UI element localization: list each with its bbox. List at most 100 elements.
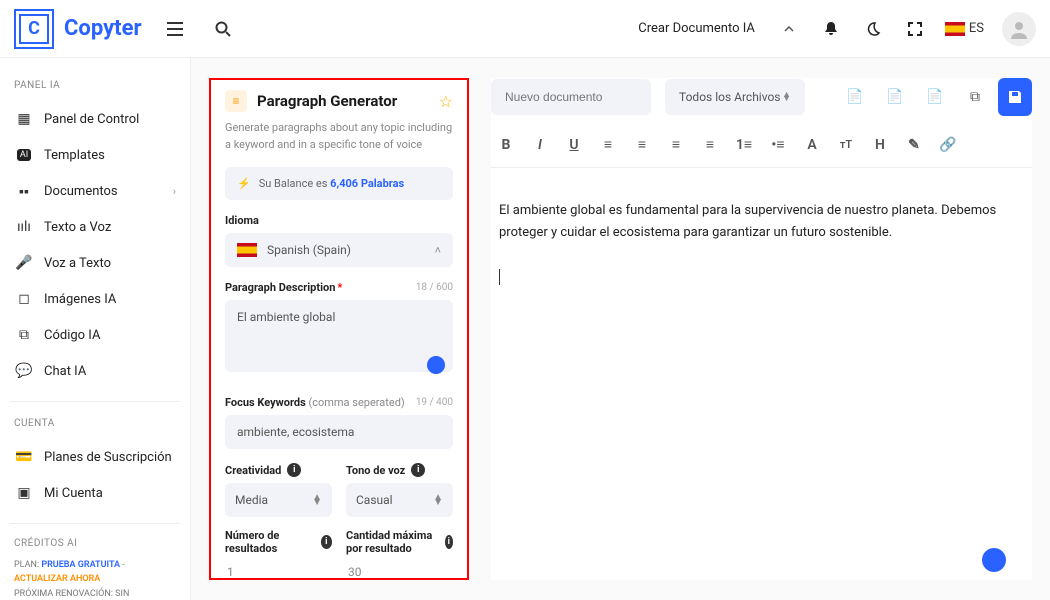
documents-icon: ▪▪ <box>14 181 34 201</box>
unordered-list-icon[interactable]: •≡ <box>769 136 787 153</box>
heading-icon[interactable]: H <box>871 137 889 153</box>
export-word-icon[interactable]: 📄 <box>838 78 872 116</box>
info-icon[interactable]: i <box>411 463 425 477</box>
code-icon: ⧉ <box>14 325 34 345</box>
stt-icon: 🎤 <box>14 253 34 273</box>
underline-icon[interactable]: U <box>565 137 583 153</box>
renewal-line: PRÓXIMA RENOVACIÓN: SIN RENOVACIÓN <box>14 587 176 600</box>
app-header: C Copyter Crear Documento IA ES <box>0 0 1050 58</box>
export-txt-icon[interactable]: 📄 <box>918 78 952 116</box>
align-justify-icon[interactable]: ≡ <box>701 136 719 153</box>
sidebar-item-texto-a-voz[interactable]: ıılı Texto a Voz <box>0 209 190 245</box>
menu-toggle-icon[interactable] <box>160 14 190 44</box>
sidebar-section-cuenta: CUENTA <box>0 414 190 439</box>
align-center-icon[interactable]: ≡ <box>633 136 651 153</box>
language-select[interactable]: Spanish (Spain) ˄ <box>225 233 453 267</box>
ordered-list-icon[interactable]: 1≡ <box>735 136 753 153</box>
grammar-floating-icon[interactable] <box>982 548 1006 572</box>
files-select[interactable]: Todos los Archivos ▲▼ <box>665 79 805 115</box>
chevron-right-icon: › <box>173 185 176 198</box>
account-icon: ▣ <box>14 483 34 503</box>
chat-icon: 💬 <box>14 361 34 381</box>
upgrade-link[interactable]: ACTUALIZAR AHORA <box>14 574 100 584</box>
plans-icon: 💳 <box>14 447 34 467</box>
sidebar-item-label: Voz a Texto <box>44 256 111 271</box>
generator-panel: ≡ Paragraph Generator ☆ Generate paragra… <box>209 78 469 580</box>
document-name-input[interactable] <box>491 79 651 115</box>
tts-icon: ıılı <box>14 217 34 237</box>
sidebar-item-label: Chat IA <box>44 364 86 379</box>
tone-select[interactable]: Casual ▲▼ <box>346 483 453 517</box>
chevron-up-icon[interactable] <box>773 13 805 45</box>
editor-body[interactable]: El ambiente global es fundamental para l… <box>491 168 1032 320</box>
sidebar-item-planes[interactable]: 💳 Planes de Suscripción <box>0 439 190 475</box>
images-icon: ◻ <box>14 289 34 309</box>
favorite-star-icon[interactable]: ☆ <box>439 92 453 111</box>
chevron-up-icon: ˄ <box>435 244 441 257</box>
sidebar-item-mi-cuenta[interactable]: ▣ Mi Cuenta <box>0 475 190 511</box>
results-value[interactable]: 1 <box>225 561 332 583</box>
sidebar-divider <box>10 401 180 402</box>
logo-box: C <box>14 9 54 49</box>
sidebar-item-documentos[interactable]: ▪▪ Documentos › <box>0 173 190 209</box>
text-size-icon[interactable]: тT <box>837 138 855 151</box>
flag-spain-icon <box>237 243 257 257</box>
bold-icon[interactable]: B <box>497 137 515 153</box>
search-icon[interactable] <box>208 14 238 44</box>
link-icon[interactable]: 🔗 <box>939 137 957 153</box>
editor-area: Todos los Archivos ▲▼ 📄 📄 📄 ⧉ B I U ≡ <box>491 78 1032 580</box>
sidebar-item-label: Planes de Suscripción <box>44 450 172 465</box>
sidebar-item-label: Mi Cuenta <box>44 486 103 501</box>
sidebar-item-label: Texto a Voz <box>44 220 111 235</box>
sidebar-item-label: Imágenes IA <box>44 292 116 307</box>
copy-icon[interactable]: ⧉ <box>958 78 992 116</box>
sidebar-item-templates[interactable]: AI Templates <box>0 137 190 173</box>
user-avatar[interactable] <box>1002 12 1036 46</box>
description-textarea[interactable] <box>225 300 453 372</box>
balance-pill: ⚡ Su Balance es 6,406 Palabras <box>225 167 453 200</box>
sidebar-item-label: Código IA <box>44 328 100 343</box>
sort-icon: ▲▼ <box>782 93 791 102</box>
sidebar-item-codigo-ia[interactable]: ⧉ Código IA <box>0 317 190 353</box>
font-icon[interactable]: A <box>803 137 821 153</box>
sidebar-item-voz-a-texto[interactable]: 🎤 Voz a Texto <box>0 245 190 281</box>
dark-mode-icon[interactable] <box>857 13 889 45</box>
plan-name[interactable]: PRUEBA GRATUITA <box>41 560 120 570</box>
bolt-icon: ⚡ <box>237 177 251 190</box>
info-icon[interactable]: i <box>321 535 332 549</box>
sidebar-item-imagenes-ia[interactable]: ◻ Imágenes IA <box>0 281 190 317</box>
highlight-icon[interactable]: ✎ <box>905 137 923 153</box>
lang-label: Idioma <box>225 214 453 227</box>
dashboard-icon: ▦ <box>14 109 34 129</box>
credits-block: CRÉDITOS AI PLAN: PRUEBA GRATUITA - ACTU… <box>0 536 190 600</box>
templates-icon: AI <box>14 145 34 165</box>
info-icon[interactable]: i <box>287 463 301 477</box>
align-left-icon[interactable]: ≡ <box>599 136 617 153</box>
results-label: Número de resultadosi <box>225 529 332 555</box>
language-switcher[interactable]: ES <box>941 13 988 45</box>
keywords-input[interactable] <box>225 415 453 449</box>
save-button[interactable] <box>998 78 1032 116</box>
create-doc-link[interactable]: Crear Documento IA <box>638 21 755 36</box>
grammar-badge-icon[interactable] <box>427 356 445 374</box>
text-caret <box>499 269 500 285</box>
export-pdf-icon[interactable]: 📄 <box>878 78 912 116</box>
sort-icon: ▲▼ <box>433 495 443 505</box>
sidebar-item-label: Documentos <box>44 184 118 199</box>
info-icon[interactable]: i <box>445 535 453 549</box>
sidebar-item-panel-de-control[interactable]: ▦ Panel de Control <box>0 101 190 137</box>
align-right-icon[interactable]: ≡ <box>667 136 685 153</box>
panel-subtitle: Generate paragraphs about any topic incl… <box>225 120 453 153</box>
panel-type-icon: ≡ <box>225 90 247 112</box>
sidebar-item-chat-ia[interactable]: 💬 Chat IA <box>0 353 190 389</box>
fullscreen-icon[interactable] <box>899 13 931 45</box>
sidebar-divider <box>10 523 180 524</box>
max-value[interactable]: 30 <box>346 561 453 583</box>
italic-icon[interactable]: I <box>531 137 549 153</box>
kw-counter: 19 / 400 <box>416 397 453 408</box>
main-area: ≡ Paragraph Generator ☆ Generate paragra… <box>190 58 1050 600</box>
panel-title: Paragraph Generator <box>257 92 439 110</box>
creativity-label: Creatividadi <box>225 463 332 477</box>
bell-icon[interactable] <box>815 13 847 45</box>
creativity-select[interactable]: Media ▲▼ <box>225 483 332 517</box>
